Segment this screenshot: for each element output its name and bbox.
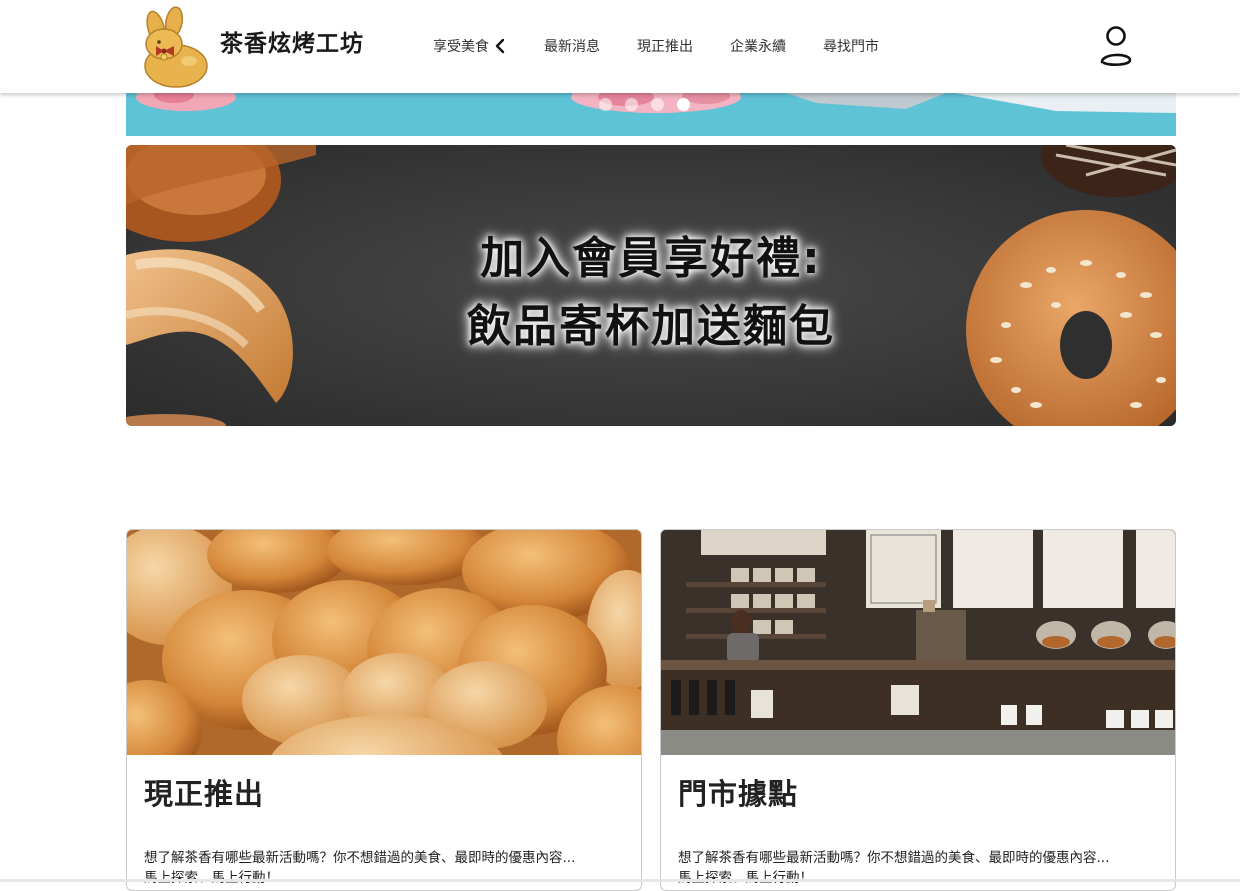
nav-item-now-available[interactable]: 現正推出 xyxy=(637,36,693,56)
card-desc-line: 想了解茶香有哪些最新活動嗎？你不想錯過的美食、最即時的優惠內容... xyxy=(144,850,576,866)
navbar: 茶香炫烤工坊 享受美食 最新消息 現正推出 企業永續 尋找門市 xyxy=(0,0,1240,93)
bread-card-image xyxy=(127,530,641,755)
nav-item-label: 最新消息 xyxy=(544,39,600,55)
carousel-dot[interactable] xyxy=(625,98,638,111)
user-icon[interactable] xyxy=(1098,25,1134,67)
card-title: 現正推出 xyxy=(144,777,265,811)
banner-headline: 加入會員享好禮: xyxy=(480,233,822,284)
nav-item-label: 企業永續 xyxy=(730,39,786,55)
nav-item-label: 現正推出 xyxy=(637,39,693,55)
nav-item-store-locator[interactable]: 尋找門市 xyxy=(823,36,879,56)
main-nav: 享受美食 最新消息 現正推出 企業永續 尋找門市 xyxy=(433,35,916,57)
member-promo-banner[interactable]: 加入會員享好禮: 飲品寄杯加送麵包 xyxy=(126,145,1176,426)
feature-card-store-locations[interactable]: 門市據點 想了解茶香有哪些最新活動嗎？你不想錯過的美食、最即時的優惠內容... … xyxy=(660,529,1176,891)
nav-item-sustainability[interactable]: 企業永續 xyxy=(730,36,786,56)
carousel-dot[interactable] xyxy=(599,98,612,111)
nav-item-food[interactable]: 享受美食 xyxy=(433,36,507,56)
banner-subheadline: 飲品寄杯加送麵包 xyxy=(467,301,835,352)
card-desc-line: 馬上探索、馬上行動！ xyxy=(144,870,279,886)
card-description: 想了解茶香有哪些最新活動嗎？你不想錯過的美食、最即時的優惠內容... 馬上探索、… xyxy=(678,848,1163,888)
nav-item-news[interactable]: 最新消息 xyxy=(544,36,600,56)
brand-name[interactable]: 茶香炫烤工坊 xyxy=(220,24,364,58)
bunny-logo-icon[interactable] xyxy=(134,6,212,88)
card-description: 想了解茶香有哪些最新活動嗎？你不想錯過的美食、最即時的優惠內容... 馬上探索、… xyxy=(144,848,629,888)
card-desc-line: 馬上探索、馬上行動！ xyxy=(678,870,813,886)
carousel-dot-active[interactable] xyxy=(677,98,690,111)
feature-card-now-available[interactable]: 現正推出 想了解茶香有哪些最新活動嗎？你不想錯過的美食、最即時的優惠內容... … xyxy=(126,529,642,891)
nav-item-label: 尋找門市 xyxy=(823,39,879,55)
carousel-indicators xyxy=(599,98,703,111)
carousel-dot[interactable] xyxy=(651,98,664,111)
nav-item-label: 享受美食 xyxy=(433,39,489,55)
card-title: 門市據點 xyxy=(678,777,799,811)
cafe-counter-image xyxy=(661,530,1175,755)
chevron-left-icon xyxy=(495,38,505,54)
card-desc-line: 想了解茶香有哪些最新活動嗎？你不想錯過的美食、最即時的優惠內容... xyxy=(678,850,1110,866)
